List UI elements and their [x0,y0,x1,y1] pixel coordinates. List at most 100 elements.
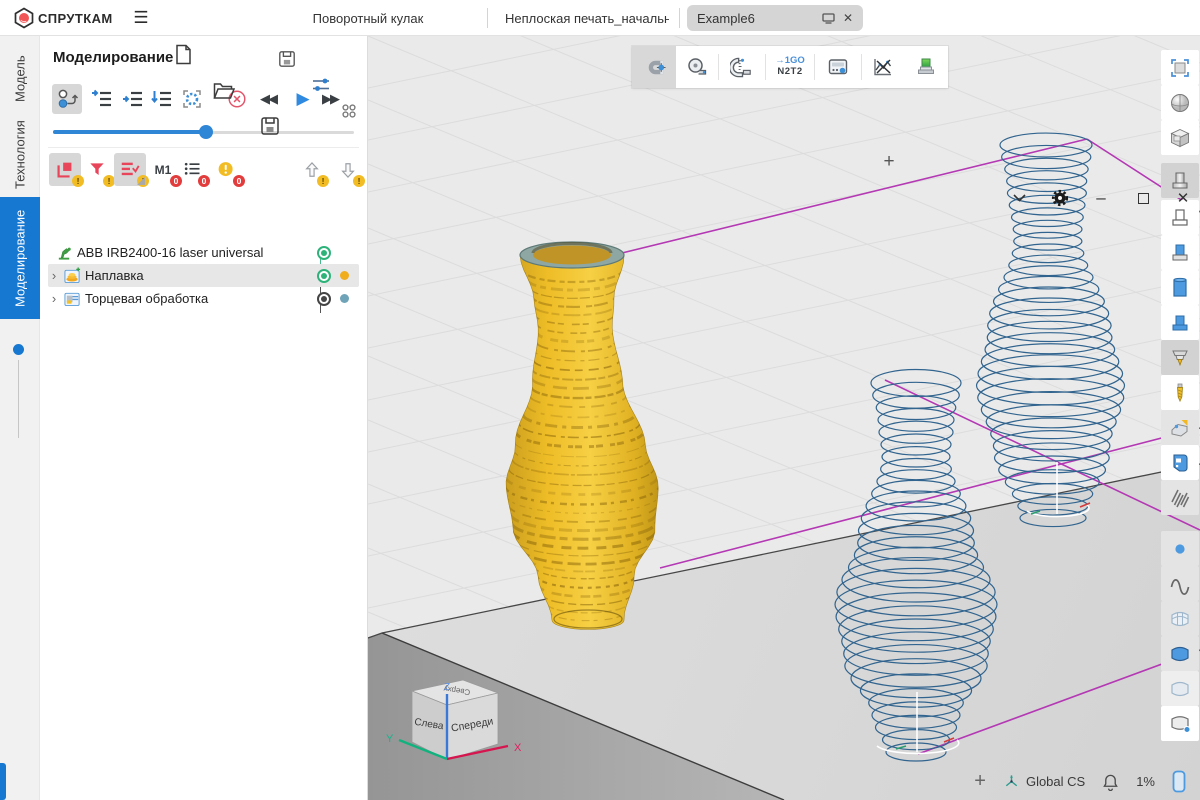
goto-frame-button[interactable]: →1GO N2T2 [766,46,814,88]
status-enabled-icon[interactable] [317,269,331,283]
show-edges-button[interactable] [1161,706,1199,741]
status-enabled-icon[interactable] [317,246,331,260]
m-codes-button[interactable]: M1 0 [148,153,178,186]
selection-circle-icon [180,87,204,111]
simulation-mode-button[interactable] [52,84,82,114]
chevron-down-icon[interactable] [1002,180,1036,216]
iso-view-button[interactable] [1161,120,1199,155]
show-faces-button[interactable] [1161,671,1199,706]
show-tool-button[interactable] [1161,375,1199,410]
tree-row-naplavka[interactable]: › Наплавка [48,264,359,287]
surface-blue-icon [1168,642,1192,666]
doc-tab-neploskaya[interactable]: Неплоская печать_начальн [505,0,669,36]
save-icon [260,116,280,136]
run-to-end-button[interactable] [147,84,177,114]
error-list-button[interactable]: ! [114,153,146,186]
new-file-button[interactable] [168,36,198,72]
errors-filter-button[interactable]: ! [49,153,81,186]
main-menu-button[interactable]: ☰ [126,0,156,36]
show-surfaces-button[interactable] [1161,636,1199,671]
maximize-button[interactable] [1126,180,1160,216]
step-over-button[interactable] [118,84,148,114]
status-reference-icon[interactable] [317,292,331,306]
open-folder-icon [213,81,235,100]
show-result-button[interactable] [1161,235,1199,270]
bell-icon [1102,773,1119,791]
operation-label: Торцевая обработка [85,291,208,306]
axis-x-label: X [514,742,522,754]
coordinate-system-selector[interactable]: Global CS [1003,773,1085,790]
settings-gear-icon[interactable] [1043,180,1077,216]
machine-icon [1168,451,1192,475]
tab-separator [679,8,680,28]
calculator-button[interactable] [815,46,861,88]
operation-label: Наплавка [85,268,144,283]
add-cs-button[interactable]: + [974,770,986,793]
tree-row-machine[interactable]: ABB IRB2400-16 laser universal [48,241,359,264]
close-button[interactable]: ✕ [1166,180,1200,216]
minimize-button[interactable]: – [1084,180,1118,216]
show-stock-flag-button[interactable] [1161,410,1199,445]
next-issue-button[interactable]: ! [334,153,362,186]
save-simulation-button[interactable] [274,46,300,72]
step-into-button[interactable] [87,84,117,114]
warnings-button[interactable]: 0 [211,153,241,186]
strip-indicator-dot[interactable] [13,344,24,355]
titlebar: СПРУТКАМ ☰ Поворотный кулак Неплоская пе… [0,0,1200,36]
show-machine-button[interactable] [1161,445,1199,480]
show-fixture-button[interactable] [1161,305,1199,340]
doc-tab-example6[interactable]: Example6 ✕ [687,5,863,31]
tab-simulation[interactable]: Моделирование [0,197,40,319]
progress-battery-icon[interactable] [1172,770,1186,793]
snap-magnet-button[interactable] [632,46,676,88]
show-curves-button[interactable] [1161,566,1199,601]
show-mesh-button[interactable] [1161,601,1199,636]
box-view-icon [1168,126,1192,150]
new-tab-button[interactable]: + [876,144,902,180]
save-button[interactable] [254,108,286,144]
print-preview-button[interactable] [904,46,948,88]
event-list-button[interactable]: 0 [178,153,206,186]
new-file-icon [174,44,193,65]
progress-percent: 1% [1136,774,1155,789]
show-holder-button[interactable] [1161,340,1199,375]
status-warning-dot [340,271,349,280]
play-button[interactable]: ▶ [287,84,317,114]
expander-icon[interactable]: › [48,268,60,283]
show-target-button[interactable] [1161,270,1199,305]
scene-canvas[interactable]: Сверху Слева Спереди Z X Y [368,36,1200,800]
tab-technology[interactable]: Технология [0,116,40,194]
tab-model[interactable]: Модель [0,48,40,110]
prev-issue-button[interactable]: ! [298,153,326,186]
simulation-screen-icon[interactable] [822,13,835,24]
graphs-button[interactable] [862,46,904,88]
slider-handle[interactable] [199,125,213,139]
scene-viewport[interactable]: Сверху Слева Спереди Z X Y [368,36,1200,800]
app-logo-icon [12,0,36,36]
save-icon [278,50,296,68]
simulation-progress-slider[interactable] [53,128,354,136]
expander-icon[interactable]: › [48,291,60,306]
robot-icon [56,244,73,261]
show-toolpath-button[interactable] [1161,480,1199,515]
drill-tool-icon [1168,381,1192,405]
fit-view-button[interactable] [1161,50,1199,85]
fast-forward-button[interactable]: ▶▶ [315,84,345,114]
filter-button[interactable]: ! [82,153,112,186]
measure-caliper-button[interactable] [719,46,765,88]
show-points-button[interactable] [1161,531,1199,566]
measure-distance-button[interactable] [676,46,718,88]
tape-measure-icon [685,55,709,79]
notifications-button[interactable] [1102,773,1119,791]
part-blue-icon [1168,276,1192,300]
select-interval-button[interactable] [177,84,207,114]
shaded-view-button[interactable] [1161,85,1199,120]
viewport-toolbar: →1GO N2T2 [632,46,948,88]
open-file-button[interactable] [208,72,240,108]
tree-row-facing[interactable]: › Торцевая обработка [48,287,359,310]
tab-close-icon[interactable]: ✕ [843,11,853,25]
indent-arrow2-icon [121,87,145,111]
mode-strip: Модель Технология Моделирование [0,36,40,800]
doc-tab-povorotny[interactable]: Поворотный кулак [300,0,436,36]
divider [48,147,359,148]
